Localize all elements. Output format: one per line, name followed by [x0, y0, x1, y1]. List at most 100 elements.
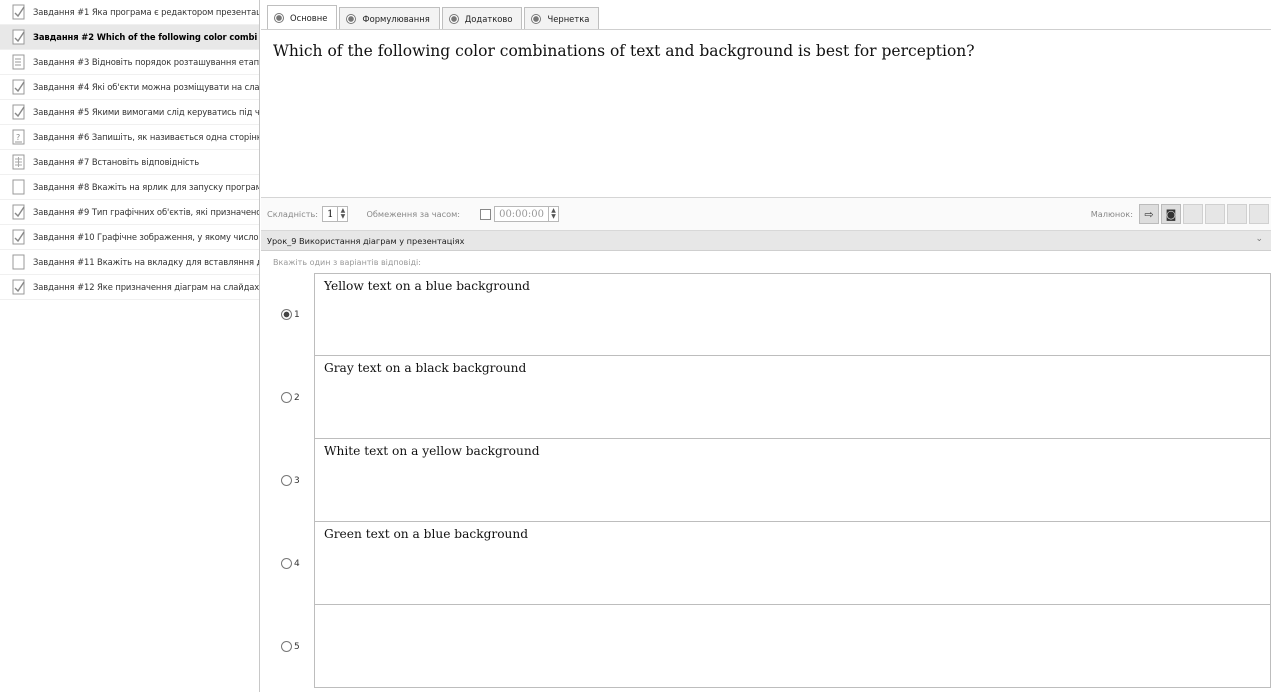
- order-doc-icon: [12, 54, 26, 70]
- lesson-title: Урок_9 Використання діаграм у презентаці…: [267, 235, 465, 246]
- answer-radio[interactable]: 5: [281, 641, 300, 652]
- radio-icon: [281, 641, 292, 652]
- answer-text-field[interactable]: [314, 605, 1271, 688]
- svg-text:?: ?: [16, 133, 20, 142]
- radio-icon: [281, 558, 292, 569]
- question-text-area[interactable]: Which of the following color combination…: [261, 30, 1271, 198]
- check-doc-icon: [12, 4, 26, 20]
- answer-text-field[interactable]: Yellow text on a blue background: [314, 273, 1271, 356]
- picture-slot: [1227, 204, 1247, 224]
- check-doc-icon: [12, 229, 26, 245]
- time-limit-label: Обмеження за часом:: [366, 209, 461, 219]
- tab-label: Чернетка: [547, 13, 590, 24]
- tab-bar: Основне Формулювання Додатково Чернетка: [261, 0, 1271, 30]
- tab-additional[interactable]: Додатково: [441, 7, 523, 29]
- task-label: Завдання #4 Які об'єкти можна розміщуват…: [33, 82, 259, 92]
- answer-option: 1 Yellow text on a blue background: [261, 273, 1271, 356]
- answer-text-field[interactable]: Gray text on a black background: [314, 356, 1271, 439]
- answer-option: 5: [261, 605, 1271, 688]
- tab-main[interactable]: Основне: [267, 5, 338, 29]
- answer-list: 1 Yellow text on a blue background 2 Gra…: [261, 273, 1271, 688]
- answer-radio[interactable]: 3: [281, 475, 300, 486]
- input-doc-icon: ?: [12, 129, 26, 145]
- spinner-arrows-icon[interactable]: ▲ ▼: [337, 207, 347, 221]
- answer-number: 3: [294, 475, 300, 486]
- answer-number: 5: [294, 641, 300, 652]
- properties-bar: Складність: 1 ▲ ▼ Обмеження за часом: 00:…: [261, 198, 1271, 231]
- blank-doc-icon: [12, 179, 26, 195]
- difficulty-value: 1: [327, 208, 334, 220]
- check-doc-icon: [12, 29, 26, 45]
- check-doc-icon: [12, 204, 26, 220]
- task-label: Завдання #11 Вкажіть на вкладку для вста…: [33, 257, 259, 267]
- picture-label: Малюнок:: [1090, 209, 1133, 219]
- task-label: Завдання #8 Вкажіть на ярлик для запуску…: [33, 182, 259, 192]
- answer-option: 4 Green text on a blue background: [261, 522, 1271, 605]
- tab-radio-icon: [274, 12, 284, 23]
- tab-label: Основне: [290, 12, 328, 23]
- answer-option: 3 White text on a yellow background: [261, 439, 1271, 522]
- answer-number: 4: [294, 558, 300, 569]
- answer-radio[interactable]: 1: [281, 309, 300, 320]
- task-label: Завдання #12 Яке призначення діаграм на …: [33, 282, 259, 292]
- task-label: Завдання #1 Яка програма є редактором пр…: [33, 7, 259, 17]
- task-item-7[interactable]: Завдання #7 Встановіть відповідність: [0, 150, 259, 175]
- answer-number: 2: [294, 392, 300, 403]
- lesson-dropdown[interactable]: Урок_9 Використання діаграм у презентаці…: [261, 231, 1271, 251]
- task-item-5[interactable]: Завдання #5 Якими вимогами слід керувати…: [0, 100, 259, 125]
- difficulty-label: Складність:: [267, 209, 319, 219]
- answer-option: 2 Gray text on a black background: [261, 356, 1271, 439]
- radio-icon: [281, 475, 292, 486]
- tab-radio-icon: [531, 13, 542, 24]
- radio-selected-icon: [281, 309, 292, 320]
- task-label: Завдання #2 Which of the following color…: [33, 32, 258, 42]
- answer-radio[interactable]: 2: [281, 392, 300, 403]
- task-item-8[interactable]: Завдання #8 Вкажіть на ярлик для запуску…: [0, 175, 259, 200]
- picture-slot: [1205, 204, 1225, 224]
- time-limit-checkbox[interactable]: [480, 208, 492, 220]
- answer-text-field[interactable]: Green text on a blue background: [314, 522, 1271, 605]
- blank-doc-icon: [12, 254, 26, 270]
- time-limit-spinner[interactable]: 00:00:00 ▲ ▼: [494, 206, 559, 222]
- task-item-12[interactable]: Завдання #12 Яке призначення діаграм на …: [0, 275, 259, 300]
- tab-radio-icon: [346, 13, 357, 24]
- answer-text-field[interactable]: White text on a yellow background: [314, 439, 1271, 522]
- check-doc-icon: [12, 79, 26, 95]
- task-list: Завдання #1 Яка програма є редактором пр…: [0, 0, 260, 692]
- tab-label: Формулювання: [362, 13, 430, 24]
- spinner-arrows-icon[interactable]: ▲ ▼: [548, 207, 558, 221]
- task-item-2[interactable]: Завдання #2 Which of the following color…: [0, 25, 259, 50]
- insert-picture-icon[interactable]: ⇨: [1139, 204, 1159, 224]
- task-label: Завдання #9 Тип графічних об'єктів, які …: [33, 207, 259, 217]
- task-label: Завдання #5 Якими вимогами слід керувати…: [33, 107, 259, 117]
- task-item-9[interactable]: Завдання #9 Тип графічних об'єктів, які …: [0, 200, 259, 225]
- table-doc-icon: [12, 154, 26, 170]
- answer-radio[interactable]: 4: [281, 558, 300, 569]
- task-label: Завдання #7 Встановіть відповідність: [33, 157, 200, 167]
- check-doc-icon: [12, 104, 26, 120]
- answer-number: 1: [294, 309, 300, 320]
- task-label: Завдання #10 Графічне зображення, у яком…: [33, 232, 259, 242]
- task-item-1[interactable]: Завдання #1 Яка програма є редактором пр…: [0, 0, 259, 25]
- task-item-3[interactable]: Завдання #3 Відновіть порядок розташуван…: [0, 50, 259, 75]
- task-editor: Основне Формулювання Додатково Чернетка …: [261, 0, 1271, 692]
- difficulty-spinner[interactable]: 1 ▲ ▼: [322, 206, 349, 222]
- time-limit-value: 00:00:00: [499, 208, 544, 220]
- tab-draft[interactable]: Чернетка: [524, 7, 600, 29]
- picture-slot: [1183, 204, 1203, 224]
- picture-slot: [1249, 204, 1269, 224]
- camera-icon[interactable]: ◙: [1161, 204, 1181, 224]
- task-item-10[interactable]: Завдання #10 Графічне зображення, у яком…: [0, 225, 259, 250]
- check-doc-icon: [12, 279, 26, 295]
- task-label: Завдання #3 Відновіть порядок розташуван…: [33, 57, 259, 67]
- task-item-6[interactable]: ? Завдання #6 Запишіть, як називається о…: [0, 125, 259, 150]
- tab-radio-icon: [448, 13, 459, 24]
- tab-label: Додатково: [464, 13, 513, 24]
- task-item-4[interactable]: Завдання #4 Які об'єкти можна розміщуват…: [0, 75, 259, 100]
- radio-icon: [281, 392, 292, 403]
- tab-wording[interactable]: Формулювання: [339, 7, 440, 29]
- task-item-11[interactable]: Завдання #11 Вкажіть на вкладку для вста…: [0, 250, 259, 275]
- answer-instruction: Вкажіть один з варіантів відповіді:: [273, 257, 421, 267]
- chevron-down-icon[interactable]: ⌄: [1255, 234, 1263, 244]
- task-label: Завдання #6 Запишіть, як називається одн…: [33, 132, 259, 142]
